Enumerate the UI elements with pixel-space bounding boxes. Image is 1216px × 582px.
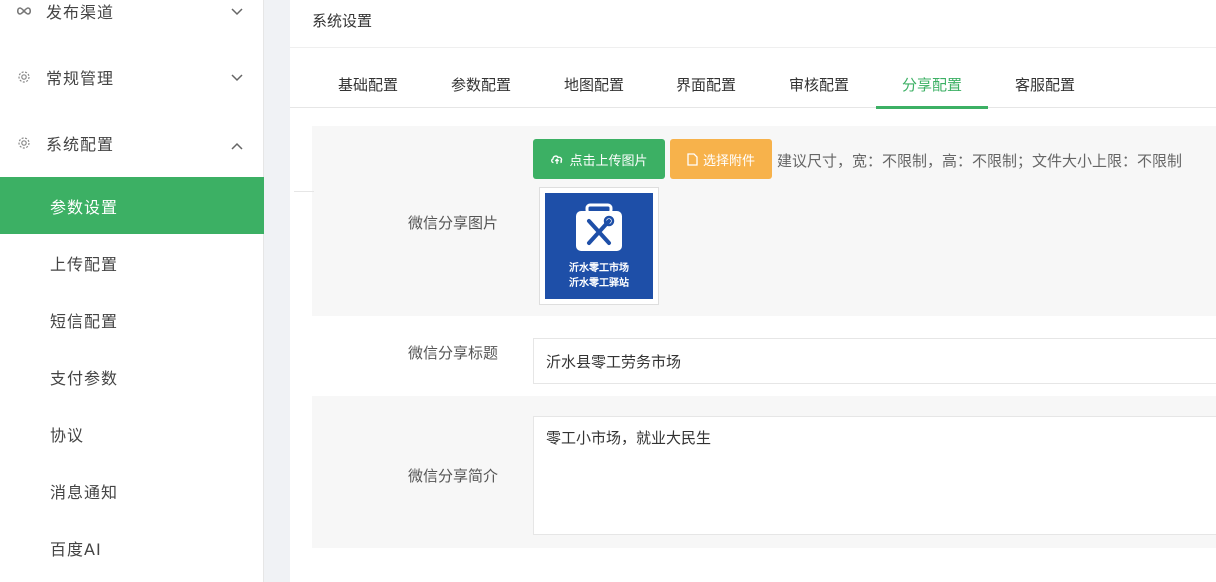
sidebar-group-label: 发布渠道	[46, 3, 115, 22]
share-title-label: 微信分享标题	[407, 344, 498, 362]
share-desc-label: 微信分享简介	[407, 467, 498, 485]
logo-image: 沂水零工市场 沂水零工驿站	[545, 193, 653, 299]
form-row-share-desc: 微信分享简介 零工小市场，就业大民生	[312, 396, 1216, 548]
share-title-input[interactable]: 沂水县零工劳务市场	[533, 338, 1216, 384]
sidebar-item-param-settings[interactable]: 参数设置	[0, 177, 264, 234]
share-desc-textarea[interactable]: 零工小市场，就业大民生	[533, 416, 1216, 535]
gear-icon	[16, 69, 32, 85]
file-icon	[687, 152, 698, 166]
sidebar-item-label: 百度AI	[50, 539, 102, 559]
sidebar-group-label: 常规管理	[46, 69, 115, 88]
form-row-share-image: 微信分享图片 点击上传图片 选择附件 建议尺寸，宽：不限制，高：不限制；文件大小…	[312, 126, 1216, 316]
tab-share-config[interactable]: 分享配置	[876, 60, 988, 109]
logo-text-line2: 沂水零工驿站	[569, 278, 629, 289]
tab-param-config[interactable]: 参数配置	[425, 60, 537, 108]
sidebar-item-label: 短信配置	[50, 311, 119, 331]
tab-basic-config[interactable]: 基础配置	[312, 60, 424, 108]
sidebar-item-sms-config[interactable]: 短信配置	[0, 291, 264, 348]
infinity-icon	[16, 3, 32, 19]
sidebar-group-label: 系统配置	[46, 135, 115, 154]
sidebar: 发布渠道 常规管理 系统配置 参数设置 上传配置 短信配置 支付参数 协议 消息…	[0, 0, 264, 582]
sidebar-item-payment-params[interactable]: 支付参数	[0, 348, 264, 405]
tab-map-config[interactable]: 地图配置	[538, 60, 650, 108]
main-panel: 系统设置 基础配置 参数配置 地图配置 界面配置 审核配置 分享配置 客服配置 …	[290, 0, 1216, 582]
sidebar-item-label: 上传配置	[50, 254, 119, 274]
divider	[294, 191, 314, 192]
sidebar-item-label: 支付参数	[50, 368, 119, 388]
sidebar-item-label: 协议	[50, 425, 85, 445]
upload-size-hint: 建议尺寸，宽：不限制，高：不限制；文件大小上限：不限制	[777, 152, 1183, 170]
sidebar-item-upload-config[interactable]: 上传配置	[0, 234, 264, 291]
tab-ui-config[interactable]: 界面配置	[650, 60, 762, 108]
chevron-down-icon	[229, 3, 245, 19]
sidebar-group-general[interactable]: 常规管理	[0, 57, 264, 97]
upload-image-button-label: 点击上传图片	[569, 152, 648, 168]
gear-icon	[16, 135, 32, 151]
divider	[290, 47, 1216, 48]
tab-service-config[interactable]: 客服配置	[989, 60, 1101, 108]
form-row-share-title: 微信分享标题 沂水县零工劳务市场	[312, 316, 1216, 396]
tab-review-config[interactable]: 审核配置	[763, 60, 875, 108]
sidebar-item-agreement[interactable]: 协议	[0, 405, 264, 462]
chevron-down-icon	[229, 69, 245, 85]
logo-text-line1: 沂水零工市场	[569, 263, 629, 274]
select-attachment-button[interactable]: 选择附件	[670, 139, 772, 179]
share-config-form: 微信分享图片 点击上传图片 选择附件 建议尺寸，宽：不限制，高：不限制；文件大小…	[294, 126, 1216, 548]
page-title: 系统设置	[312, 12, 373, 30]
sidebar-group-system-config[interactable]: 系统配置	[0, 123, 264, 163]
sidebar-item-label: 参数设置	[50, 197, 119, 217]
sidebar-item-baidu-ai[interactable]: 百度AI	[0, 519, 264, 576]
upload-image-button[interactable]: 点击上传图片	[533, 139, 665, 179]
cloud-upload-icon	[550, 153, 564, 165]
toolbox-icon	[576, 203, 622, 251]
app-root: 发布渠道 常规管理 系统配置 参数设置 上传配置 短信配置 支付参数 协议 消息…	[0, 0, 1216, 582]
sidebar-item-label: 消息通知	[50, 482, 119, 502]
share-image-label: 微信分享图片	[407, 214, 498, 232]
chevron-up-icon	[229, 139, 245, 155]
sidebar-group-publish-channel[interactable]: 发布渠道	[0, 0, 264, 31]
config-tabs: 基础配置 参数配置 地图配置 界面配置 审核配置 分享配置 客服配置	[290, 60, 1216, 109]
select-attachment-button-label: 选择附件	[702, 152, 755, 168]
sidebar-item-notifications[interactable]: 消息通知	[0, 462, 264, 519]
share-image-preview[interactable]: 沂水零工市场 沂水零工驿站	[539, 187, 659, 305]
